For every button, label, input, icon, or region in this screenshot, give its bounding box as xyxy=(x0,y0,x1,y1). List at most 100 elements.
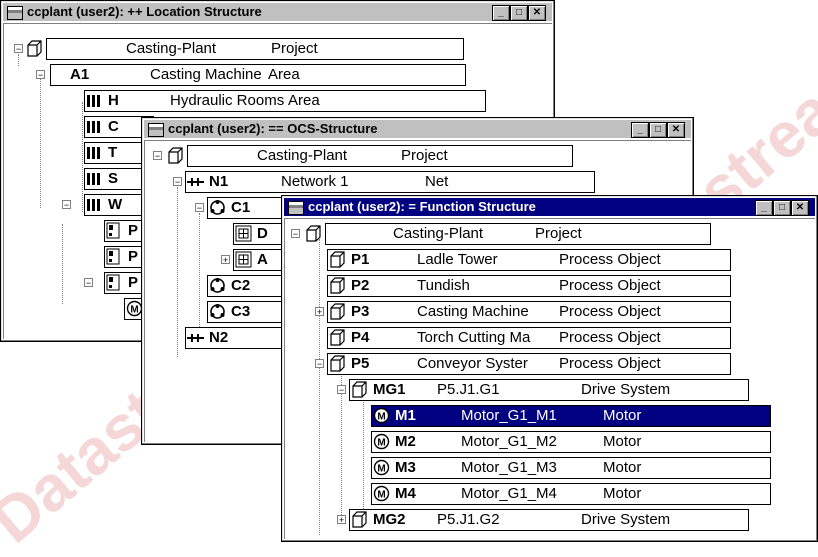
motor-icon: M xyxy=(373,485,390,502)
close-button[interactable]: ✕ xyxy=(667,122,685,138)
node-code: P3 xyxy=(351,303,370,320)
maximize-button[interactable]: □ xyxy=(649,122,667,138)
window-menu-icon[interactable] xyxy=(288,201,304,215)
node-name: Torch Cutting Ma xyxy=(417,329,531,346)
process-object-icon xyxy=(330,329,345,346)
panel-icon xyxy=(106,222,120,239)
area-icon xyxy=(87,147,100,159)
node-code: C3 xyxy=(231,303,251,320)
node-code: P2 xyxy=(351,277,370,294)
drive-system-icon xyxy=(352,511,367,528)
window-menu-icon[interactable] xyxy=(148,123,164,137)
collapse-toggle[interactable]: − xyxy=(153,151,162,161)
node-name: Hydraulic Rooms xyxy=(170,92,285,109)
node-code: T xyxy=(108,144,118,161)
node-code: W xyxy=(108,196,123,213)
node-code: A xyxy=(257,251,268,268)
node-name: Network 1 xyxy=(281,173,349,190)
node-code: MG2 xyxy=(373,511,406,528)
cube-icon xyxy=(27,40,42,57)
node-code: P1 xyxy=(351,251,370,268)
title-bar[interactable]: ccplant (user2): ++ Location Structure _… xyxy=(3,3,552,21)
node-type: Drive System xyxy=(581,381,671,398)
node-type: Area xyxy=(268,66,300,83)
node-code: P xyxy=(128,248,139,265)
network-icon xyxy=(187,334,204,342)
node-type: Motor xyxy=(603,485,642,502)
svg-text:M: M xyxy=(377,464,385,475)
collapse-toggle[interactable]: − xyxy=(337,385,346,395)
node-name: Motor_G1_M1 xyxy=(461,407,557,424)
area-icon xyxy=(87,199,100,211)
node-type: Motor xyxy=(603,407,642,424)
motor-icon: M xyxy=(373,459,390,476)
node-type: Process Object xyxy=(559,355,661,372)
function-structure-window: ccplant (user2): = Function Structure _ … xyxy=(281,195,818,542)
node-code: P5 xyxy=(351,355,370,372)
cube-icon xyxy=(306,225,321,242)
node-code: S xyxy=(108,170,119,187)
node-name: Casting-Plant xyxy=(257,147,348,164)
node-code: C1 xyxy=(231,199,251,216)
module-icon xyxy=(235,225,252,242)
node-code: M2 xyxy=(395,433,416,450)
maximize-button[interactable]: □ xyxy=(510,5,528,21)
node-name: Tundish xyxy=(417,277,470,294)
collapse-toggle[interactable]: − xyxy=(36,70,45,80)
tree-view[interactable]: − Casting-Plant Project P1 Ladle Tower P… xyxy=(284,218,815,539)
node-name: P5.J1.G1 xyxy=(437,381,500,398)
node-type: Process Object xyxy=(559,251,661,268)
window-title: ccplant (user2): = Function Structure xyxy=(308,199,536,214)
minimize-button[interactable]: _ xyxy=(631,122,649,138)
collapse-toggle[interactable]: − xyxy=(315,359,324,369)
maximize-button[interactable]: □ xyxy=(773,200,791,216)
node-type: Drive System xyxy=(581,511,671,528)
process-object-icon xyxy=(330,355,345,372)
node-type: Process Object xyxy=(559,277,661,294)
node-name: Casting-Plant xyxy=(393,225,484,242)
drive-system-icon xyxy=(352,381,367,398)
title-bar[interactable]: ccplant (user2): = Function Structure _ … xyxy=(284,198,815,216)
collapse-toggle[interactable]: − xyxy=(84,278,93,288)
collapse-toggle[interactable]: − xyxy=(195,203,204,213)
title-bar[interactable]: ccplant (user2): == OCS-Structure _ □ ✕ xyxy=(144,120,691,138)
node-name: P5.J1.G2 xyxy=(437,511,500,528)
expand-toggle[interactable]: + xyxy=(221,255,230,265)
controller-icon xyxy=(210,304,225,319)
collapse-toggle[interactable]: − xyxy=(291,229,300,239)
node-code: P xyxy=(128,222,139,239)
collapse-toggle[interactable]: − xyxy=(14,44,23,54)
close-button[interactable]: ✕ xyxy=(528,5,546,21)
process-object-icon xyxy=(330,303,345,320)
expand-toggle[interactable]: + xyxy=(337,515,346,525)
window-title: ccplant (user2): ++ Location Structure xyxy=(27,4,262,19)
controller-icon xyxy=(210,278,225,293)
motor-icon: M xyxy=(373,433,390,450)
node-name: Motor_G1_M4 xyxy=(461,485,557,502)
svg-text:M: M xyxy=(130,305,138,316)
node-name: Motor_G1_M3 xyxy=(461,459,557,476)
node-code: N2 xyxy=(209,329,229,346)
node-name: Casting Machine xyxy=(417,303,529,320)
svg-text:M: M xyxy=(377,438,385,449)
minimize-button[interactable]: _ xyxy=(755,200,773,216)
node-code: M3 xyxy=(395,459,416,476)
window-title: ccplant (user2): == OCS-Structure xyxy=(168,121,378,136)
collapse-toggle[interactable]: − xyxy=(62,200,71,210)
node-name: Ladle Tower xyxy=(417,251,498,268)
window-menu-icon[interactable] xyxy=(7,6,23,20)
process-object-icon xyxy=(330,251,345,268)
panel-icon xyxy=(106,274,120,291)
collapse-toggle[interactable]: − xyxy=(173,177,182,187)
area-icon xyxy=(87,173,100,185)
minimize-button[interactable]: _ xyxy=(492,5,510,21)
node-code: A1 xyxy=(70,66,90,83)
svg-text:M: M xyxy=(377,412,385,423)
node-code: C2 xyxy=(231,277,251,294)
expand-toggle[interactable]: + xyxy=(315,307,324,317)
node-code: M4 xyxy=(395,485,416,502)
node-name: Casting-Plant xyxy=(126,40,217,57)
network-icon xyxy=(187,178,204,186)
close-button[interactable]: ✕ xyxy=(791,200,809,216)
node-type: Project xyxy=(401,147,448,164)
